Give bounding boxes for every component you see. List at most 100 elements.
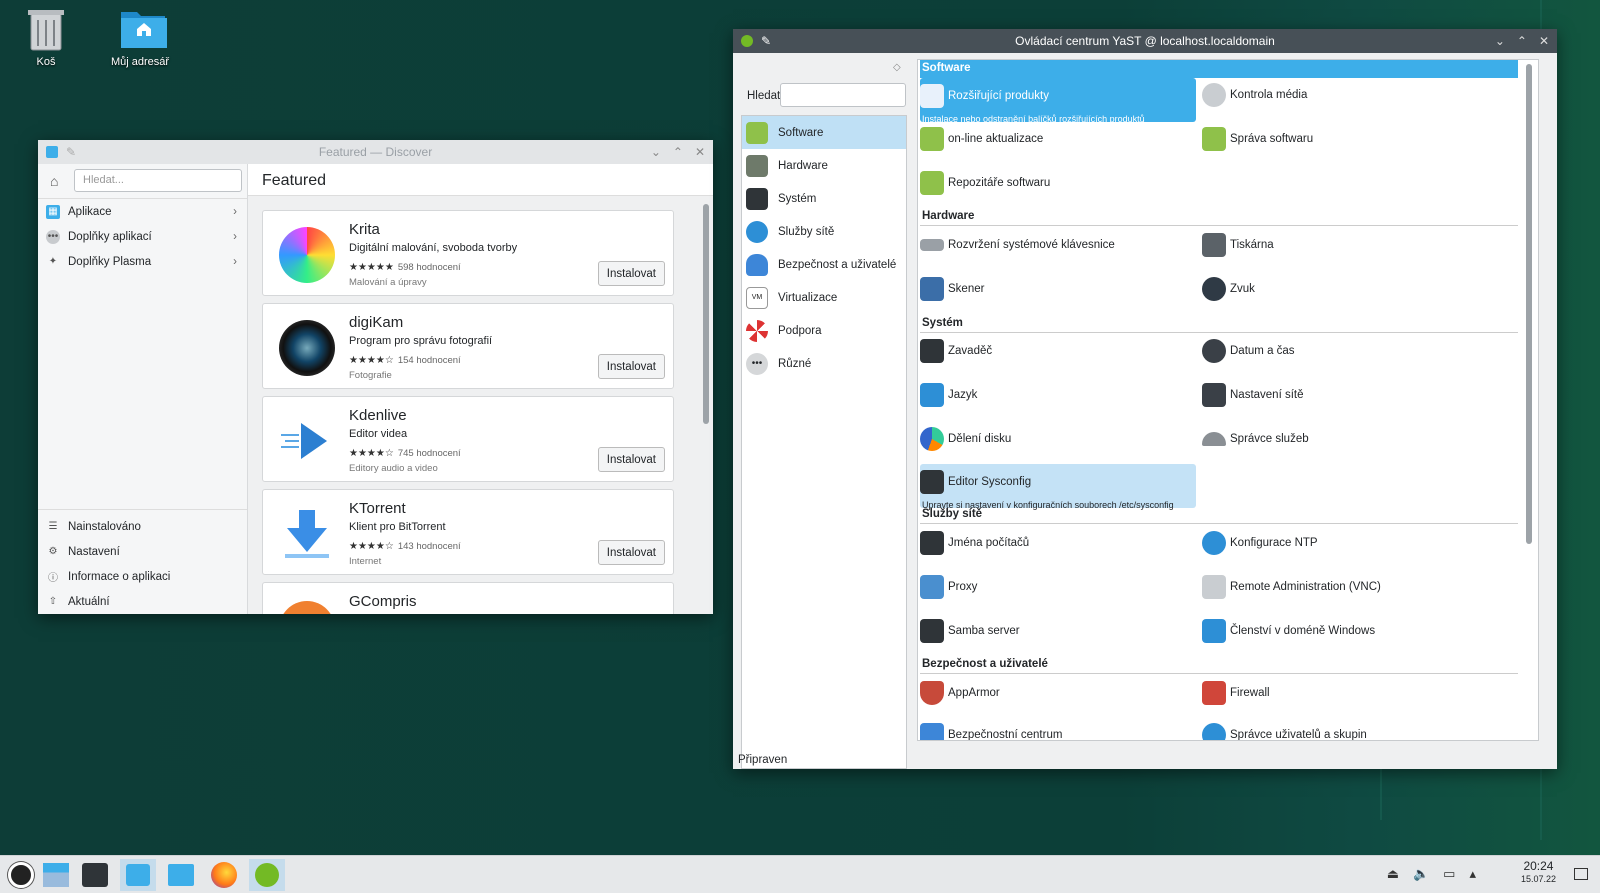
category-system[interactable]: Systém xyxy=(742,182,906,215)
desktop-icon-home[interactable]: Můj adresář xyxy=(105,6,175,68)
network-tray-icon[interactable]: ▭ xyxy=(1443,866,1455,882)
module-label: AppArmor xyxy=(948,687,1000,699)
scrollbar[interactable] xyxy=(1526,64,1532,544)
category-network-services[interactable]: Služby sítě xyxy=(742,215,906,248)
discover-titlebar[interactable]: ✎ Featured — Discover ⌄ ⌃ ✕ xyxy=(38,140,713,164)
install-button[interactable]: Instalovat xyxy=(597,354,665,379)
settings-panel-icon xyxy=(82,863,108,887)
module-label: Konfigurace NTP xyxy=(1230,537,1318,549)
module-online-update[interactable]: on-line aktualizace xyxy=(920,126,1043,152)
yast-titlebar[interactable]: ✎ Ovládací centrum YaST @ localhost.loca… xyxy=(733,29,1557,53)
module-software-management[interactable]: Správa softwaru xyxy=(1202,126,1313,152)
nav-item-updates[interactable]: ⇧ Aktuální xyxy=(38,589,247,614)
globe-icon xyxy=(746,220,768,243)
taskbar-desktop-pager[interactable] xyxy=(38,859,74,891)
category-software[interactable]: Software xyxy=(742,116,906,149)
clear-icon[interactable]: ◇ xyxy=(893,62,901,73)
desktop-icon-trash[interactable]: Koš xyxy=(11,6,81,68)
taskbar: ⏏ 🔈 ▭ ▴ 20:24 15.07.22 xyxy=(0,855,1600,893)
volume-icon[interactable]: 🔈 xyxy=(1413,866,1429,882)
rating-stars: ★★★★★ xyxy=(349,262,394,273)
nav-item-app-addons[interactable]: ••• Doplňky aplikací › xyxy=(38,224,247,249)
module-proxy[interactable]: Proxy xyxy=(920,574,977,600)
module-bootloader[interactable]: Zavaděč xyxy=(920,338,992,364)
module-datetime[interactable]: Datum a čas xyxy=(1202,338,1295,364)
module-security-center[interactable]: Bezpečnostní centrum xyxy=(920,722,1062,740)
home-icon[interactable]: ⌂ xyxy=(50,173,58,189)
module-apparmor[interactable]: AppArmor xyxy=(920,680,1000,706)
minimize-button[interactable]: ⌄ xyxy=(1495,34,1505,48)
install-button[interactable]: Instalovat xyxy=(597,447,665,472)
app-card-krita[interactable]: Krita Digitální malování, svoboda tvorby… xyxy=(262,210,674,296)
module-hostnames[interactable]: Jména počítačů xyxy=(920,530,1029,556)
nav-item-applications[interactable]: ▦ Aplikace › xyxy=(38,199,247,224)
expand-tray-icon[interactable]: ▴ xyxy=(1469,866,1476,882)
krita-logo-icon xyxy=(279,227,335,283)
module-users[interactable]: Správce uživatelů a skupin xyxy=(1202,722,1367,740)
module-vnc[interactable]: Remote Administration (VNC) xyxy=(1202,574,1381,600)
module-repositories[interactable]: Repozitáře softwaru xyxy=(920,170,1050,196)
taskbar-file-manager[interactable] xyxy=(163,859,199,891)
app-card-gcompris[interactable]: GCompris xyxy=(262,582,674,614)
close-button[interactable]: ✕ xyxy=(1539,34,1549,48)
module-sound[interactable]: Zvuk xyxy=(1202,276,1255,302)
category-misc[interactable]: ••• Různé xyxy=(742,347,906,380)
app-name: Krita xyxy=(349,221,380,238)
module-label: Proxy xyxy=(948,581,978,593)
clock[interactable]: 20:24 15.07.22 xyxy=(1521,860,1556,886)
nav-label: Doplňky Plasma xyxy=(68,255,152,268)
install-button[interactable]: Instalovat xyxy=(597,540,665,565)
module-label: Editor Sysconfig xyxy=(948,476,1032,488)
scrollbar[interactable] xyxy=(703,204,709,424)
install-button[interactable]: Instalovat xyxy=(597,261,665,286)
module-media-check[interactable]: Kontrola média xyxy=(1202,82,1307,108)
module-printer[interactable]: Tiskárna xyxy=(1202,232,1274,258)
module-samba[interactable]: Samba server xyxy=(920,618,1020,644)
taskbar-system-settings[interactable] xyxy=(77,859,113,891)
category-security[interactable]: Bezpečnost a uživatelé xyxy=(742,248,906,281)
nav-item-about[interactable]: ⓘ Informace o aplikaci xyxy=(38,564,247,589)
taskbar-discover[interactable] xyxy=(120,859,156,891)
category-label: Služby sítě xyxy=(778,225,835,238)
app-card-ktorrent[interactable]: KTorrent Klient pro BitTorrent ★★★★☆ 143 … xyxy=(262,489,674,575)
app-card-kdenlive[interactable]: Kdenlive Editor videa ★★★★☆ 745 hodnocení… xyxy=(262,396,674,482)
app-card-digikam[interactable]: digiKam Program pro správu fotografií ★★… xyxy=(262,303,674,389)
addon-icon xyxy=(920,84,944,108)
opensuse-logo-icon xyxy=(8,862,34,888)
nav-item-settings[interactable]: ⚙ Nastavení xyxy=(38,539,247,564)
show-desktop-button[interactable] xyxy=(1574,868,1588,880)
users-icon xyxy=(1202,723,1226,740)
module-addon-products[interactable]: Rozšiřující produkty Instalace nebo odst… xyxy=(920,78,1196,124)
app-category: Internet xyxy=(349,556,382,567)
module-network-settings[interactable]: Nastavení sítě xyxy=(1202,382,1304,408)
module-services[interactable]: Správce služeb xyxy=(1202,426,1309,452)
minimize-button[interactable]: ⌄ xyxy=(651,145,661,159)
app-launcher-button[interactable] xyxy=(3,859,39,891)
taskbar-yast[interactable] xyxy=(249,859,285,891)
rating-stars: ★★★★☆ xyxy=(349,541,394,552)
module-scanner[interactable]: Skener xyxy=(920,276,984,302)
proxy-icon xyxy=(920,575,944,599)
usb-icon[interactable]: ⏏ xyxy=(1387,866,1399,882)
nav-item-plasma-addons[interactable]: ✦ Doplňky Plasma › xyxy=(38,249,247,274)
module-keyboard[interactable]: Rozvržení systémové klávesnice xyxy=(920,232,1115,258)
module-firewall[interactable]: Firewall xyxy=(1202,680,1270,706)
maximize-button[interactable]: ⌃ xyxy=(673,145,683,159)
module-sysconfig[interactable]: Editor Sysconfig Upravte si nastavení v … xyxy=(920,464,1196,510)
category-virtualization[interactable]: VM Virtualizace xyxy=(742,281,906,314)
nav-item-installed[interactable]: ☰ Nainstalováno xyxy=(38,514,247,539)
close-button[interactable]: ✕ xyxy=(695,145,705,159)
module-ntp[interactable]: Konfigurace NTP xyxy=(1202,530,1318,556)
module-partitioner[interactable]: Dělení disku xyxy=(920,426,1011,452)
category-hardware[interactable]: Hardware xyxy=(742,149,906,182)
module-label: Jazyk xyxy=(948,389,978,401)
search-input[interactable] xyxy=(780,83,906,107)
module-language[interactable]: Jazyk xyxy=(920,382,977,408)
module-label: Nastavení sítě xyxy=(1230,389,1304,401)
module-windows-domain[interactable]: Členství v doméně Windows xyxy=(1202,618,1375,644)
taskbar-firefox[interactable] xyxy=(206,859,242,891)
maximize-button[interactable]: ⌃ xyxy=(1517,34,1527,48)
search-input[interactable]: Hledat... xyxy=(74,169,242,192)
category-label: Systém xyxy=(778,192,817,205)
category-support[interactable]: Podpora xyxy=(742,314,906,347)
